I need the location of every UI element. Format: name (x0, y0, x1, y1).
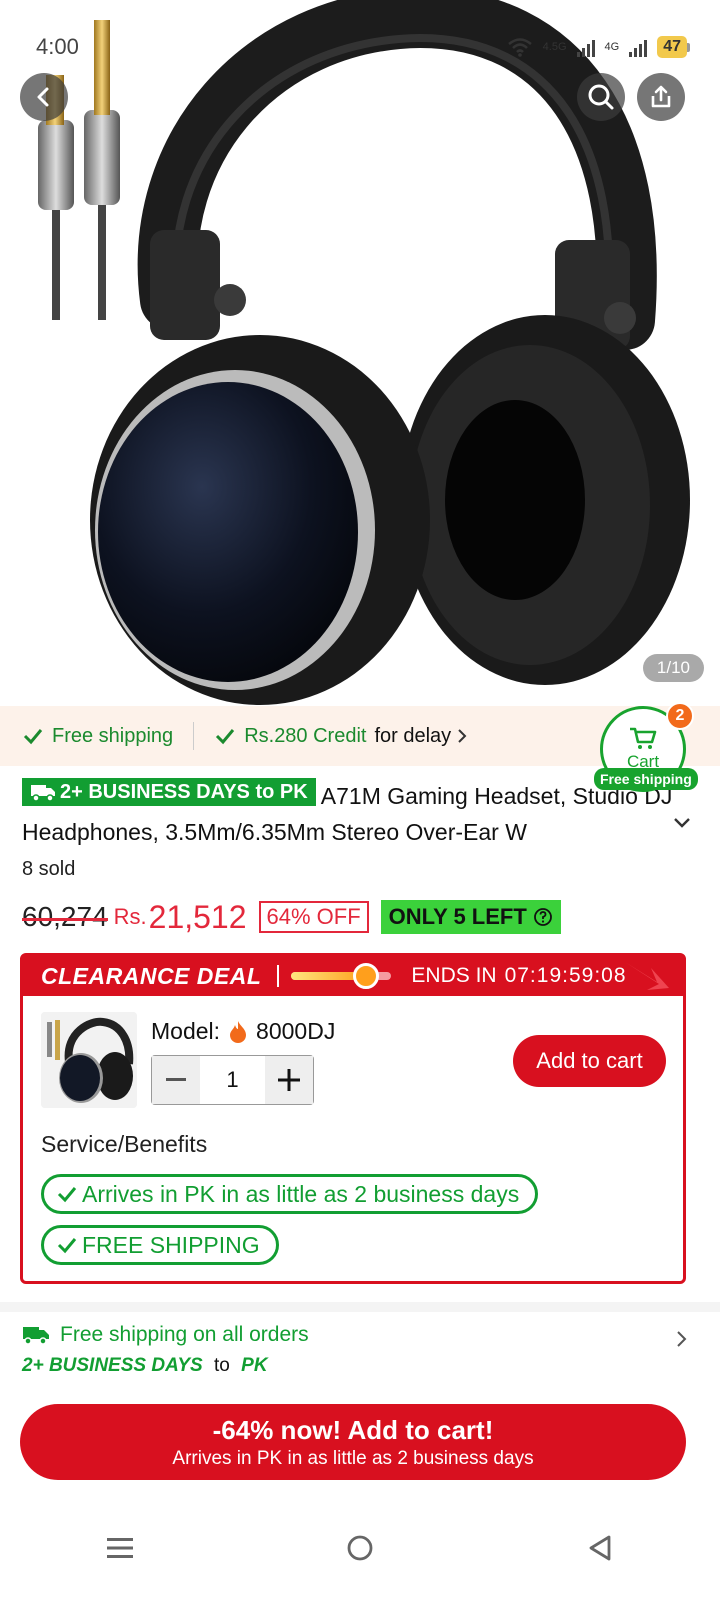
ends-in-label: ENDS IN (411, 964, 497, 987)
network-label-1: 4.5G (542, 41, 567, 53)
delivery-to: to (214, 1355, 230, 1376)
stock-label: ONLY 5 LEFT (388, 904, 527, 929)
free-shipping-all-orders: Free shipping on all orders (60, 1323, 309, 1346)
delivery-badge: 2+ BUSINESS DAYS to PK (22, 778, 316, 806)
product-title: 2+ BUSINESS DAYS to PK A71M Gaming Heads… (22, 778, 682, 850)
plus-icon (278, 1069, 300, 1091)
benefit-badge: Arrives in PK in as little as 2 business… (41, 1174, 539, 1214)
cart-count-badge: 2 (666, 702, 694, 730)
delivery-days: 2+ BUSINESS DAYS (22, 1355, 203, 1376)
shipping-info-row[interactable]: Free shipping on all orders 2+ BUSINESS … (22, 1323, 698, 1377)
chevron-right-icon (677, 1331, 687, 1347)
original-price: 60,274 (22, 901, 108, 932)
check-icon (57, 1238, 77, 1254)
share-button[interactable] (637, 73, 685, 121)
wifi-icon (507, 38, 532, 57)
cart-icon (630, 727, 657, 749)
countdown-timer: 07:19:59:08 (504, 964, 627, 987)
currency: Rs. (113, 904, 147, 929)
clock-icon (353, 963, 380, 989)
delivery-estimate: 2+ BUSINESS DAYS to PK (22, 1355, 698, 1377)
model-value: 8000DJ (256, 1018, 336, 1044)
cta-sub-label: Arrives in PK in as little as 2 business… (172, 1447, 534, 1469)
check-icon (57, 1187, 77, 1203)
help-icon (533, 908, 552, 926)
benefit-label: FREE SHIPPING (82, 1231, 260, 1258)
image-counter: 1/10 (642, 654, 704, 682)
divider (277, 965, 280, 987)
clearance-header: CLEARANCE DEAL ENDS IN 07:19:59:08 (23, 956, 683, 996)
signal-icon-2 (629, 37, 648, 57)
truck-icon (31, 785, 55, 802)
sold-count: 8 sold (22, 858, 76, 880)
decrease-quantity-button[interactable] (152, 1056, 200, 1104)
section-divider (0, 1302, 720, 1312)
home-circle-icon (347, 1535, 373, 1560)
benefit-label: Arrives in PK in as little as 2 business… (82, 1180, 520, 1207)
cart-button[interactable]: Cart 2 Free shipping (594, 702, 698, 792)
check-icon (23, 729, 43, 745)
system-navigation-bar (0, 1500, 720, 1600)
chevron-left-icon (37, 87, 49, 107)
product-image-gallery[interactable]: 4:00 4.5G 4G 47 1/10 (0, 0, 720, 705)
cta-main-label: -64% now! Add to cart! (212, 1414, 494, 1445)
system-back-button[interactable] (587, 1534, 613, 1567)
clearance-progress-bar (291, 963, 392, 989)
credit-suffix: for delay (374, 724, 452, 747)
expand-title-button[interactable] (672, 816, 692, 835)
check-icon (216, 729, 235, 745)
clearance-deal-panel: CLEARANCE DEAL ENDS IN 07:19:59:08 Model… (20, 953, 686, 1284)
free-shipping-label: Free shipping (52, 724, 174, 747)
add-to-cart-button[interactable]: Add to cart (513, 1035, 666, 1087)
delivery-badge-label: 2+ BUSINESS DAYS to PK (60, 781, 308, 803)
search-icon (588, 84, 614, 110)
status-time: 4:00 (36, 34, 79, 59)
divider (193, 722, 195, 750)
chevron-right-icon (458, 729, 467, 743)
headphones-thumbnail-image (41, 1012, 137, 1108)
quantity-stepper: 1 (151, 1055, 314, 1105)
signal-icon (576, 37, 595, 57)
battery-icon: 47 (657, 36, 690, 58)
sale-price: 21,512 (148, 898, 247, 935)
model-selector[interactable]: Model: 8000DJ (151, 1018, 335, 1045)
variant-thumbnail[interactable] (41, 1012, 137, 1108)
discount-badge: 64% OFF (258, 901, 369, 933)
share-icon (651, 85, 671, 108)
home-button[interactable] (346, 1534, 374, 1567)
back-button[interactable] (20, 73, 68, 121)
quantity-input[interactable]: 1 (200, 1056, 265, 1104)
flame-icon (230, 1020, 247, 1043)
recent-apps-button[interactable] (106, 1536, 133, 1565)
cart-free-shipping-badge: Free shipping (594, 768, 698, 790)
model-label: Model: (151, 1018, 221, 1044)
minus-icon (166, 1078, 186, 1081)
stock-badge[interactable]: ONLY 5 LEFT (380, 900, 561, 934)
arrow-icon (625, 962, 669, 990)
add-to-cart-cta-button[interactable]: -64% now! Add to cart! Arrives in PK in … (20, 1404, 686, 1480)
search-button[interactable] (577, 73, 625, 121)
network-label-2: 4G (604, 41, 620, 53)
credit-label: Rs.280 Credit (244, 724, 367, 747)
shipping-line: Free shipping on all orders (22, 1323, 698, 1347)
clearance-title: CLEARANCE DEAL (41, 962, 262, 989)
truck-icon (23, 1327, 49, 1345)
status-icons: 4.5G 4G 47 (507, 36, 690, 58)
menu-icon (106, 1537, 133, 1558)
chevron-down-icon (674, 818, 690, 828)
increase-quantity-button[interactable] (265, 1056, 313, 1104)
delivery-country: PK (241, 1355, 268, 1376)
service-benefits-title: Service/Benefits (41, 1131, 208, 1157)
battery-level: 47 (657, 36, 687, 58)
benefit-badge: FREE SHIPPING (41, 1225, 279, 1265)
price-row: 60,274 Rs. 21,512 64% OFF ONLY 5 LEFT (22, 895, 561, 939)
status-bar: 4:00 4.5G 4G 47 (36, 30, 690, 64)
back-triangle-icon (589, 1535, 611, 1560)
